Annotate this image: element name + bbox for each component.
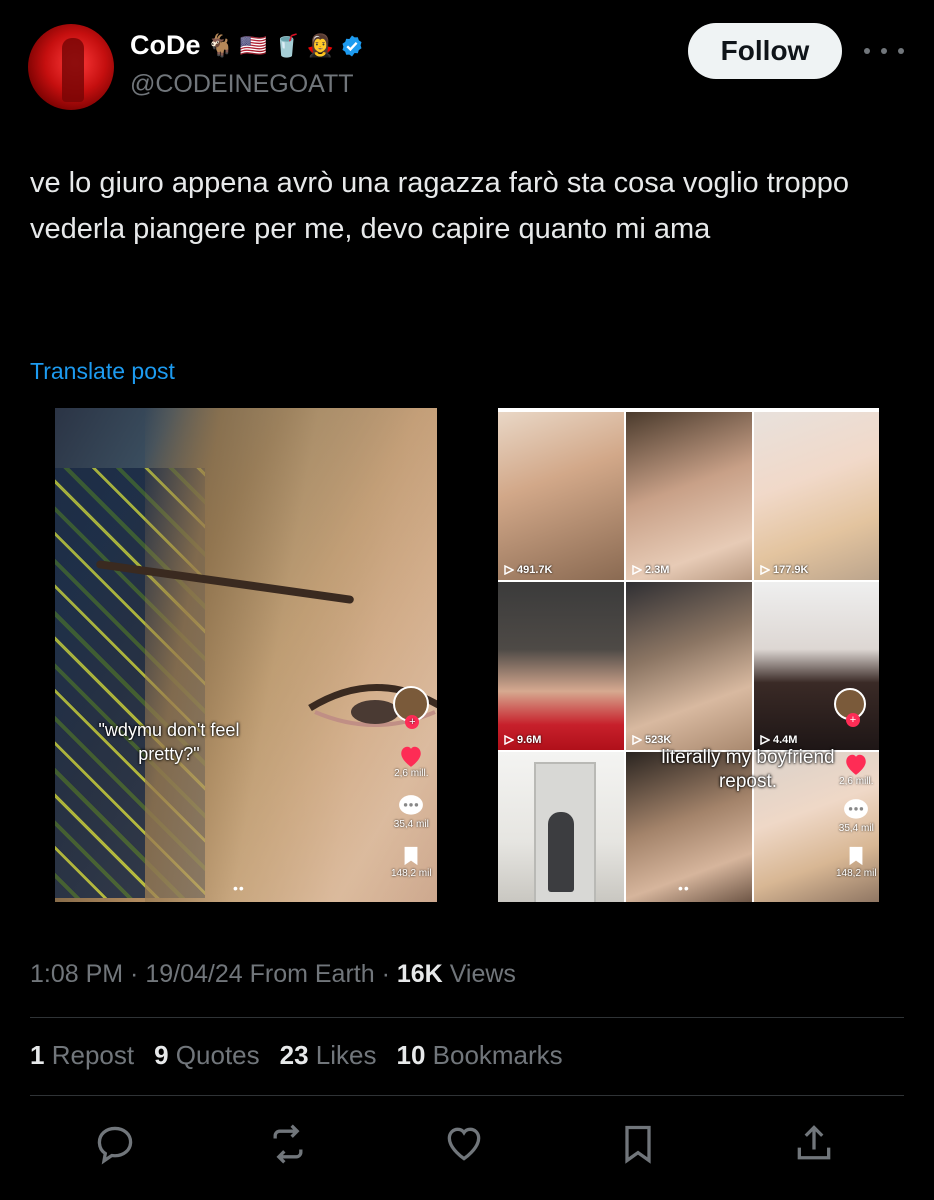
- quotes-stat[interactable]: 9 Quotes: [154, 1040, 260, 1071]
- goat-emoji: 🐐: [206, 32, 234, 58]
- more-options-icon[interactable]: [864, 38, 904, 64]
- engagement-stats: 1 Repost 9 Quotes 23 Likes 10 Bookmarks: [30, 1040, 563, 1071]
- save-count-right: 148,2 mil: [836, 868, 877, 879]
- vampire-emoji: 🧛‍♀️: [306, 32, 335, 58]
- like-count-right: 2,6 mill.: [839, 776, 874, 787]
- like-count-left: 2,6 mill.: [394, 768, 429, 779]
- view-count-4: 9.6M: [504, 734, 541, 746]
- comment-count-left: 35,4 mil: [393, 819, 429, 830]
- like-icon[interactable]: [440, 1120, 488, 1168]
- video-caption-left: "wdymu don't feel pretty?": [98, 720, 240, 764]
- tweet-text: ve lo giuro appena avrò una ragazza farò…: [30, 167, 849, 245]
- page-dots-right: ••: [678, 880, 690, 896]
- post-date[interactable]: 19/04/24: [145, 960, 242, 988]
- display-name[interactable]: CoDe: [130, 30, 201, 61]
- tiktok-sidebar-right: 2,6 mill. 35,4 mil 148,2 mil: [836, 752, 877, 879]
- views-label: Views: [449, 960, 516, 988]
- repost-icon[interactable]: [264, 1120, 312, 1168]
- cup-emoji: 🥤: [273, 32, 301, 58]
- translate-post-link[interactable]: Translate post: [30, 358, 175, 385]
- view-count-6: 4.4M: [760, 734, 797, 746]
- author-name-row[interactable]: CoDe 🐐 🇺🇸 🥤 🧛‍♀️: [130, 30, 364, 61]
- comment-icon[interactable]: [398, 793, 424, 819]
- grid-video-5[interactable]: 523K: [626, 582, 752, 750]
- grid-video-6[interactable]: + 4.4M: [754, 582, 879, 750]
- media-image-right[interactable]: 491.7K 2.3M 177.9K 9.6M 523K + 4.4M lite…: [498, 408, 879, 902]
- creator-avatar[interactable]: +: [393, 686, 430, 729]
- save-count-left: 148,2 mil: [391, 868, 432, 879]
- grid-video-3[interactable]: 177.9K: [754, 412, 879, 580]
- tiktok-sidebar-left: + 2,6 mill. 35,4 mil 148,2 mil: [391, 686, 432, 879]
- view-count-5: 523K: [632, 734, 671, 746]
- bookmark-icon[interactable]: [614, 1120, 662, 1168]
- view-count-2: 2.3M: [632, 564, 669, 576]
- video-grid: 491.7K 2.3M 177.9K 9.6M 523K + 4.4M: [498, 412, 879, 902]
- save-icon-right[interactable]: [845, 844, 867, 868]
- view-count-1: 491.7K: [504, 564, 552, 576]
- post-source: From Earth: [249, 960, 375, 988]
- comment-count-right: 35,4 mil: [838, 823, 874, 834]
- post-meta: 1:08 PM · 19/04/24 From Earth · 16K View…: [30, 960, 516, 988]
- save-icon[interactable]: [400, 844, 422, 868]
- divider-bottom: [30, 1095, 904, 1096]
- grid-video-2[interactable]: 2.3M: [626, 412, 752, 580]
- creator-avatar-right[interactable]: +: [834, 688, 866, 727]
- author-handle[interactable]: @CODEINEGOATT: [130, 70, 354, 99]
- avatar[interactable]: [28, 24, 114, 110]
- comment-icon-right[interactable]: [843, 797, 869, 823]
- post-time[interactable]: 1:08 PM: [30, 960, 123, 988]
- follow-button[interactable]: Follow: [688, 23, 842, 79]
- divider-top: [30, 1017, 904, 1018]
- bookmarks-stat[interactable]: 10 Bookmarks: [396, 1040, 562, 1071]
- likes-stat[interactable]: 23 Likes: [280, 1040, 377, 1071]
- grid-video-1[interactable]: 491.7K: [498, 412, 624, 580]
- views-count: 16K: [396, 960, 443, 988]
- verified-badge-icon: [340, 34, 364, 58]
- us-flag-emoji: 🇺🇸: [239, 32, 268, 58]
- heart-icon-right[interactable]: [843, 752, 869, 776]
- grid-video-7[interactable]: [498, 752, 624, 902]
- reposts-stat[interactable]: 1 Repost: [30, 1040, 134, 1071]
- page-dots-left: ••: [233, 880, 245, 896]
- video-caption-right: literally my boyfriend repost.: [661, 747, 835, 792]
- heart-icon[interactable]: [398, 744, 424, 768]
- share-icon[interactable]: [790, 1120, 838, 1168]
- action-bar: [0, 1110, 934, 1180]
- media-image-left[interactable]: "wdymu don't feel pretty?" + 2,6 mill. 3…: [55, 408, 437, 902]
- grid-video-4[interactable]: 9.6M: [498, 582, 624, 750]
- view-count-3: 177.9K: [760, 564, 808, 576]
- reply-icon[interactable]: [91, 1120, 139, 1168]
